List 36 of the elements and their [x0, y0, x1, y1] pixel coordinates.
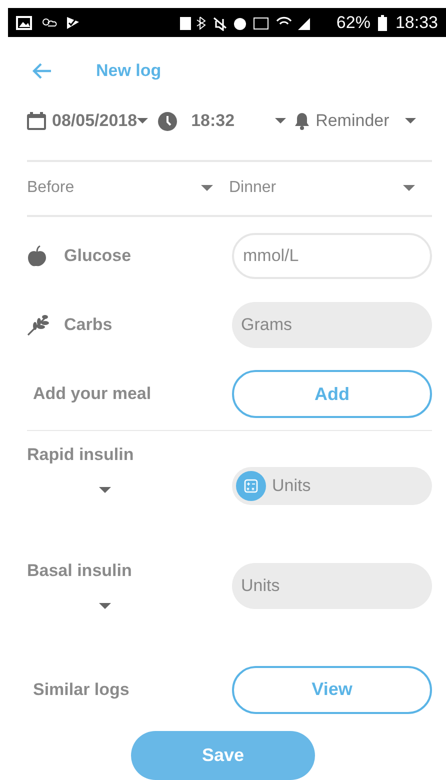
dropdown-caret-icon[interactable]	[137, 118, 148, 124]
timing-dropdown[interactable]: Before	[27, 179, 74, 198]
clock-icon	[158, 112, 178, 131]
save-button[interactable]: Save	[131, 731, 315, 780]
battery-percent: 62%	[336, 12, 370, 33]
dropdown-caret-icon[interactable]	[403, 185, 415, 192]
apple-icon	[27, 244, 47, 267]
dropdown-caret-icon[interactable]	[405, 118, 416, 124]
reminder-dropdown[interactable]: Reminder	[316, 111, 390, 132]
view-button[interactable]: View	[232, 666, 432, 714]
measure-label: Carbs	[64, 315, 112, 336]
time-value[interactable]: 18:32	[191, 111, 235, 132]
bell-icon	[294, 112, 310, 130]
screen-title: New log	[96, 61, 162, 82]
measure-input-field[interactable]: mmol/L	[232, 232, 432, 279]
check-flag-icon	[66, 16, 80, 30]
dropdown-caret-icon[interactable]	[274, 118, 286, 124]
insulin-label: Basal insulin	[27, 560, 132, 581]
image-icon	[16, 16, 32, 30]
similar-logs-label: Similar logs	[33, 680, 130, 700]
insulin-input-field[interactable]: Units	[232, 562, 432, 609]
dropdown-caret-icon[interactable]	[201, 185, 213, 192]
clock-time: 18:33	[395, 12, 438, 33]
dropdown-caret-icon[interactable]	[99, 487, 111, 494]
meal-dropdown[interactable]: Dinner	[229, 179, 276, 198]
measure-label: Glucose	[64, 246, 132, 266]
date-value[interactable]: 08/05/2018	[52, 111, 138, 132]
battery-icon	[378, 14, 388, 31]
measure-input-field[interactable]: Grams	[232, 302, 432, 348]
wheat-icon	[27, 314, 49, 336]
meal-label: Add your meal	[33, 384, 152, 404]
dropdown-caret-icon[interactable]	[99, 602, 111, 609]
insulin-label: Rapid insulin	[27, 445, 134, 466]
insulin-input-field[interactable]: Units	[232, 467, 432, 506]
calendar-icon	[27, 112, 46, 130]
add-meal-button[interactable]: Add	[232, 370, 432, 418]
